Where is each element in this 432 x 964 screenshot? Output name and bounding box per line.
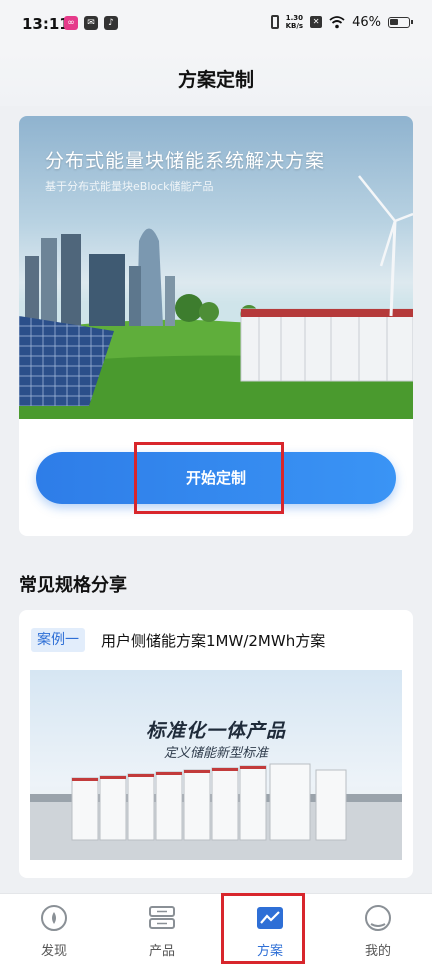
battery-icon: [388, 16, 413, 28]
status-right: 1.30 KB/s ✕ 46%: [270, 14, 413, 30]
network-speed-value: 1.30: [285, 14, 303, 22]
case-slogan: 标准化一体产品: [145, 720, 286, 742]
status-bar: 13:11 ∞ ✉ ♪ 1.30 KB/s ✕ 46%: [0, 0, 432, 50]
wifi-icon: [329, 15, 345, 28]
case-illustration: [30, 763, 402, 860]
case-image: 标准化一体产品 定义储能新型标准: [30, 670, 402, 860]
section-title: 常见规格分享: [19, 575, 127, 596]
mail-notification-icon: ✉: [84, 16, 98, 30]
hero-card: 分布式能量块储能系统解决方案 基于分布式能量块eBlock储能产品 开始定制: [19, 116, 413, 536]
page-title: 方案定制: [177, 69, 254, 91]
nav-profile-label: 我的: [364, 944, 391, 959]
nav-discover-label: 发现: [40, 944, 67, 959]
no-sim-icon: ✕: [310, 16, 323, 28]
case-title: 用户侧储能方案1MW/2MWh方案: [101, 632, 326, 650]
discover-icon: [41, 905, 67, 931]
hero-title: 分布式能量块储能系统解决方案: [45, 150, 326, 172]
battery-percent: 46%: [352, 14, 381, 30]
bottom-nav: 发现 产品 方案 我的: [0, 893, 432, 964]
start-customize-button[interactable]: 开始定制: [36, 452, 396, 504]
product-icon: [149, 906, 175, 929]
status-time: 13:11: [22, 15, 70, 33]
nav-product-label: 产品: [148, 944, 175, 959]
case-card[interactable]: 案例一 用户侧储能方案1MW/2MWh方案 标准化一体产品 定义储能新型标准: [19, 610, 413, 878]
status-app-icons: ∞ ✉ ♪: [64, 16, 118, 30]
network-speed-unit: KB/s: [285, 22, 304, 30]
case-slogan-sub: 定义储能新型标准: [163, 746, 268, 761]
app-notification-icon: ∞: [64, 16, 78, 30]
hero-subtitle: 基于分布式能量块eBlock储能产品: [45, 180, 214, 193]
page-header: 方案定制: [0, 50, 432, 106]
profile-icon: [365, 905, 391, 931]
nav-discover[interactable]: 发现: [0, 894, 108, 964]
solution-icon: [257, 907, 283, 929]
nav-solution[interactable]: 方案: [216, 894, 324, 964]
vibrate-icon: [270, 15, 279, 29]
nav-profile[interactable]: 我的: [324, 894, 432, 964]
nav-product[interactable]: 产品: [108, 894, 216, 964]
nav-solution-label: 方案: [256, 944, 283, 959]
network-speed: 1.30 KB/s: [286, 14, 303, 30]
case-tag: 案例一: [31, 628, 85, 652]
tiktok-notification-icon: ♪: [104, 16, 118, 30]
hero-banner-image: 分布式能量块储能系统解决方案 基于分布式能量块eBlock储能产品: [19, 116, 413, 419]
